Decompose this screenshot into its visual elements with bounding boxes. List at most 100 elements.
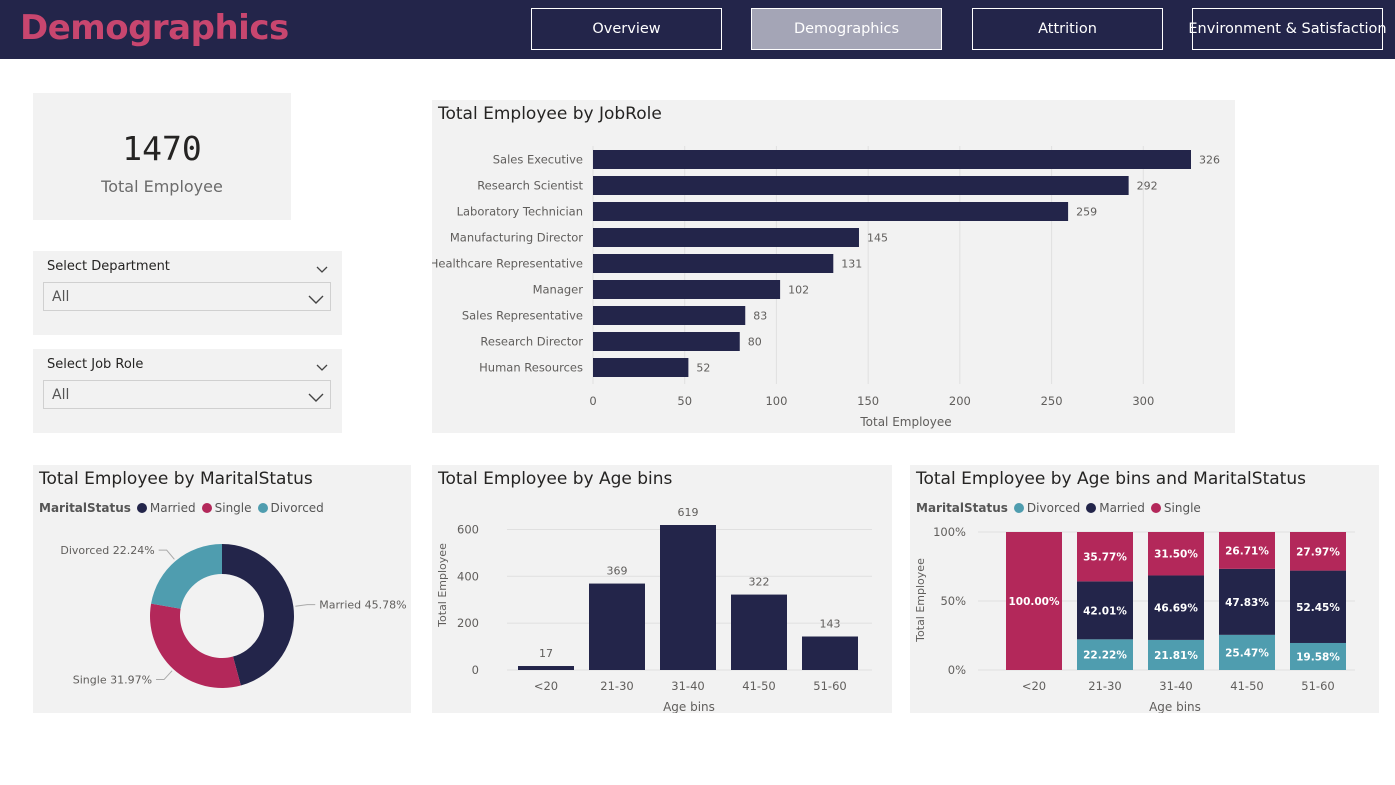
nav-attrition-button[interactable]: Attrition <box>972 8 1163 50</box>
bar <box>593 280 781 299</box>
bar <box>593 254 834 273</box>
x-tick-label: 150 <box>857 394 879 408</box>
y-axis-title: Total Employee <box>436 543 449 628</box>
chevron-down-icon <box>308 388 324 407</box>
y-tick-label: 100% <box>933 525 966 539</box>
leader-line <box>156 670 173 681</box>
leader-line <box>158 549 175 560</box>
data-label: 259 <box>1076 206 1097 219</box>
donut-slice <box>150 603 241 688</box>
x-category-label: <20 <box>534 679 558 693</box>
x-axis-title: Age bins <box>663 700 715 713</box>
data-label: 131 <box>841 258 862 271</box>
data-label: 46.69% <box>1154 603 1198 615</box>
slicer-jobrole-value: All <box>52 387 70 403</box>
y-category-label: Research Director <box>480 335 583 349</box>
bar <box>593 150 1191 169</box>
nav-environment-satisfaction-button[interactable]: Environment & Satisfaction <box>1188 8 1387 50</box>
bar <box>660 525 716 670</box>
y-category-label: Manager <box>533 283 584 297</box>
data-label: 22.22% <box>1083 650 1127 662</box>
y-category-label: Sales Representative <box>462 309 583 323</box>
nav-demographics-button[interactable]: Demographics <box>751 8 942 50</box>
bar <box>593 228 859 247</box>
chart-marital-panel: Total Employee by MaritalStatus MaritalS… <box>33 465 411 713</box>
y-tick-label: 400 <box>457 569 479 583</box>
x-category-label: 31-40 <box>1159 679 1192 693</box>
dashboard-page: Demographics Overview Demographics Attri… <box>0 0 1395 785</box>
kpi-label: Total Employee <box>101 177 223 196</box>
y-tick-label: 50% <box>940 594 966 608</box>
data-label: 47.83% <box>1225 597 1269 609</box>
y-axis-title: Total Employee <box>914 558 927 643</box>
y-tick-label: 0 <box>472 663 479 677</box>
x-category-label: 51-60 <box>1301 679 1334 693</box>
chevron-down-icon[interactable] <box>316 357 328 376</box>
data-label: 145 <box>867 232 888 245</box>
data-label: 25.47% <box>1225 647 1269 659</box>
slicer-department-dropdown[interactable]: All <box>43 282 331 311</box>
y-category-label: Healthcare Representative <box>432 257 583 271</box>
x-tick-label: 50 <box>677 394 692 408</box>
x-category-label: 51-60 <box>813 679 846 693</box>
chart-agebins: 0 200 400 600 17 <20 369 21-30 619 31-40 322 41-50 1… <box>436 506 872 713</box>
bar <box>802 636 858 670</box>
data-label: 42.01% <box>1083 605 1127 617</box>
slice-label: Single 31.97% <box>73 674 152 687</box>
chart-agemarital: 0% 50% 100% 100.00% <20 22.22% 42.01% 35.77% 21-… <box>914 525 1355 713</box>
y-category-label: Research Scientist <box>477 179 583 193</box>
slicer-jobrole-dropdown[interactable]: All <box>43 380 331 409</box>
x-tick-label: 0 <box>589 394 596 408</box>
data-label: 326 <box>1199 154 1220 167</box>
data-label: 369 <box>607 565 628 578</box>
slicer-jobrole-title: Select Job Role <box>47 357 144 372</box>
donut-slice <box>151 544 222 609</box>
kpi-value: 1470 <box>122 129 202 168</box>
top-bar: Demographics Overview Demographics Attri… <box>0 0 1395 59</box>
data-label: 100.00% <box>1008 596 1060 608</box>
x-tick-label: 300 <box>1132 394 1154 408</box>
x-category-label: 41-50 <box>1230 679 1263 693</box>
x-category-label: 31-40 <box>671 679 704 693</box>
bar <box>731 594 787 670</box>
data-label: 19.58% <box>1296 651 1340 663</box>
data-label: 26.71% <box>1225 545 1269 557</box>
y-category-label: Laboratory Technician <box>457 205 583 219</box>
data-label: 52.45% <box>1296 602 1340 614</box>
chart-marital: Married 45.78% Single 31.97% Divorced 22.2… <box>60 544 407 688</box>
y-category-label: Sales Executive <box>493 153 583 167</box>
kpi-card-total-employee: 1470 Total Employee <box>33 93 291 220</box>
y-tick-label: 200 <box>457 616 479 630</box>
bar <box>593 176 1129 195</box>
chevron-down-icon[interactable] <box>316 259 328 278</box>
slice-label: Divorced 22.24% <box>60 544 154 557</box>
x-category-label: 21-30 <box>600 679 633 693</box>
slicer-department: Select Department All <box>33 251 342 335</box>
chart-jobrole: 0 50 100 150 200 250 300 Sales Executive 326 Rese… <box>432 146 1220 429</box>
slice-label: Married 45.78% <box>319 599 406 612</box>
data-label: 21.81% <box>1154 650 1198 662</box>
y-category-label: Human Resources <box>479 361 583 375</box>
slicer-department-value: All <box>52 289 70 305</box>
x-axis-title: Total Employee <box>859 415 951 429</box>
data-label: 17 <box>539 647 553 660</box>
bar <box>593 202 1069 221</box>
bar <box>593 358 689 377</box>
nav-overview-button[interactable]: Overview <box>531 8 722 50</box>
data-label: 292 <box>1137 180 1158 193</box>
x-tick-label: 250 <box>1041 394 1063 408</box>
bar <box>518 666 574 670</box>
data-label: 31.50% <box>1154 549 1198 561</box>
data-label: 102 <box>788 284 809 297</box>
leader-line <box>295 604 316 607</box>
x-category-label: <20 <box>1022 679 1046 693</box>
chart-agebins-panel: Total Employee by Age bins 0 200 400 600 17 <… <box>432 465 892 713</box>
data-label: 52 <box>696 362 710 375</box>
data-label: 143 <box>820 618 841 631</box>
chart-agemarital-panel: Total Employee by Age bins and MaritalSt… <box>910 465 1379 713</box>
x-category-label: 21-30 <box>1088 679 1121 693</box>
data-label: 80 <box>748 336 762 349</box>
data-label: 619 <box>678 506 699 519</box>
data-label: 83 <box>753 310 767 323</box>
x-tick-label: 100 <box>765 394 787 408</box>
